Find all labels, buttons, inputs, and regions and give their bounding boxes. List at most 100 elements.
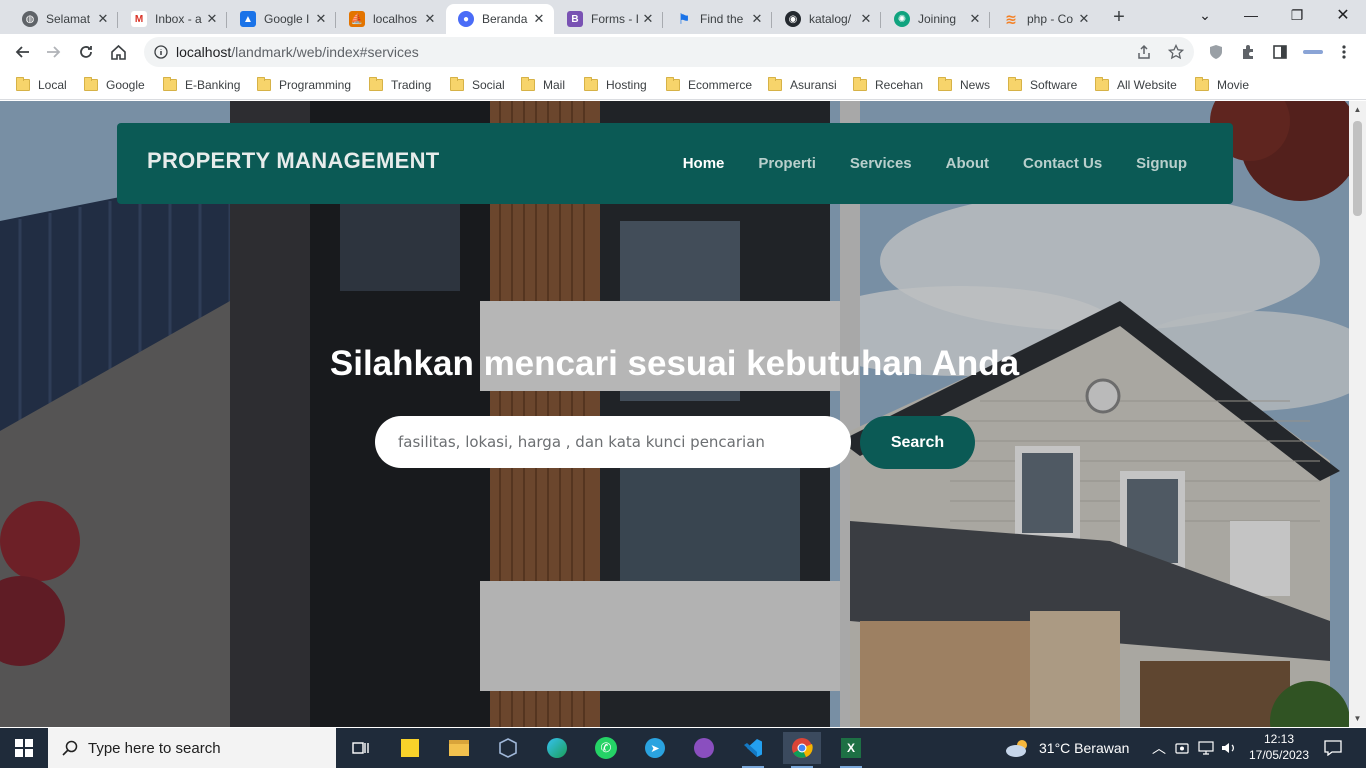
nav-link-services[interactable]: Services bbox=[850, 155, 912, 172]
tab-label: localhos bbox=[373, 12, 418, 26]
close-icon[interactable]: ✕ bbox=[314, 12, 328, 26]
tab-selamat[interactable]: ◍ Selamat ✕ bbox=[10, 4, 118, 34]
network-icon[interactable] bbox=[1198, 728, 1214, 768]
bookmark-folder-movie[interactable]: Movie bbox=[1195, 76, 1249, 94]
folder-icon bbox=[16, 77, 30, 91]
whatsapp-icon[interactable]: ✆ bbox=[587, 732, 625, 764]
forward-button[interactable] bbox=[41, 39, 67, 65]
folder-icon bbox=[1195, 77, 1209, 91]
scroll-down-icon[interactable]: ▼ bbox=[1353, 714, 1362, 723]
sticky-notes-icon[interactable] bbox=[391, 732, 429, 764]
vscode-icon[interactable] bbox=[734, 732, 772, 768]
chrome-icon[interactable] bbox=[783, 732, 821, 768]
close-icon[interactable]: ✕ bbox=[423, 12, 437, 26]
tab-find-the[interactable]: ⚑ Find the ✕ bbox=[664, 4, 772, 34]
nav-link-contact-us[interactable]: Contact Us bbox=[1023, 155, 1102, 172]
folder-icon bbox=[938, 77, 952, 91]
close-icon[interactable]: ✕ bbox=[859, 12, 873, 26]
tab-joining[interactable]: ✺ Joining ✕ bbox=[882, 4, 990, 34]
folder-icon bbox=[768, 77, 782, 91]
new-tab-button[interactable]: + bbox=[1108, 6, 1130, 28]
nav-link-about[interactable]: About bbox=[946, 155, 989, 172]
weather-widget[interactable]: 31°C Berawan bbox=[1005, 728, 1129, 768]
tab-php-stackoverflow[interactable]: ≋ php - Co ✕ bbox=[991, 4, 1099, 34]
address-bar[interactable]: localhost/landmark/web/index#services bbox=[144, 37, 1194, 67]
bookmark-folder-e-banking[interactable]: E-Banking bbox=[163, 76, 240, 94]
webcam-icon[interactable] bbox=[1175, 728, 1189, 768]
openai-icon: ✺ bbox=[894, 11, 910, 27]
bookmark-folder-social[interactable]: Social bbox=[450, 76, 505, 94]
bookmark-folder-programming[interactable]: Programming bbox=[257, 76, 351, 94]
bookmark-folder-news[interactable]: News bbox=[938, 76, 990, 94]
tab-google-drive[interactable]: ▲ Google I ✕ bbox=[228, 4, 336, 34]
virtualbox-icon[interactable] bbox=[489, 732, 527, 764]
tab-search-chevron-icon[interactable]: ⌄ bbox=[1182, 0, 1228, 30]
bookmark-folder-recehan[interactable]: Recehan bbox=[853, 76, 923, 94]
taskbar-clock[interactable]: 12:13 17/05/2023 bbox=[1248, 731, 1310, 763]
tray-chevron-up-icon[interactable]: ︿ bbox=[1152, 728, 1166, 768]
nav-link-properti[interactable]: Properti bbox=[758, 155, 816, 172]
close-icon[interactable]: ✕ bbox=[532, 12, 546, 26]
scroll-up-icon[interactable]: ▲ bbox=[1353, 105, 1362, 114]
start-button[interactable] bbox=[0, 728, 48, 768]
notifications-icon[interactable] bbox=[1324, 728, 1342, 768]
task-view-icon[interactable] bbox=[342, 732, 380, 764]
info-icon[interactable] bbox=[154, 45, 168, 59]
tab-label: Forms - I bbox=[591, 12, 639, 26]
minimize-icon[interactable]: — bbox=[1228, 0, 1274, 30]
site-icon: ● bbox=[458, 11, 474, 27]
brand-logo[interactable]: PROPERTY MANAGEMENT bbox=[147, 148, 440, 174]
close-icon[interactable]: ✕ bbox=[1077, 12, 1091, 26]
tab-phpmyadmin[interactable]: ⛵ localhos ✕ bbox=[337, 4, 445, 34]
file-explorer-icon[interactable] bbox=[440, 732, 478, 764]
taskbar-search-box[interactable]: Type here to search bbox=[48, 728, 336, 768]
share-icon[interactable] bbox=[1133, 41, 1155, 63]
window-close-icon[interactable]: ✕ bbox=[1320, 0, 1366, 30]
kebab-menu-icon[interactable] bbox=[1333, 41, 1355, 63]
bookmark-folder-hosting[interactable]: Hosting bbox=[584, 76, 647, 94]
bookmark-folder-software[interactable]: Software bbox=[1008, 76, 1077, 94]
bookmark-folder-all-website[interactable]: All Website bbox=[1095, 76, 1177, 94]
browser-tab-strip: ◍ Selamat ✕ M Inbox - a ✕ ▲ Google I ✕ ⛵… bbox=[0, 0, 1366, 34]
bookmark-folder-asuransi[interactable]: Asuransi bbox=[768, 76, 837, 94]
telegram-icon[interactable]: ➤ bbox=[636, 732, 674, 764]
hero-title: Silahkan mencari sesuai kebutuhan Anda bbox=[329, 344, 1020, 383]
side-panel-icon[interactable] bbox=[1269, 41, 1291, 63]
back-button[interactable] bbox=[9, 39, 35, 65]
globe-icon: ◍ bbox=[22, 11, 38, 27]
tab-label: php - Co bbox=[1027, 12, 1074, 26]
bookmark-star-icon[interactable] bbox=[1165, 41, 1187, 63]
close-icon[interactable]: ✕ bbox=[96, 12, 110, 26]
bookmark-folder-google[interactable]: Google bbox=[84, 76, 145, 94]
windows-logo-icon bbox=[15, 739, 33, 757]
close-icon[interactable]: ✕ bbox=[641, 12, 655, 26]
bookmark-folder-mail[interactable]: Mail bbox=[521, 76, 565, 94]
close-icon[interactable]: ✕ bbox=[205, 12, 219, 26]
tab-inbox[interactable]: M Inbox - a ✕ bbox=[119, 4, 227, 34]
excel-icon[interactable]: X bbox=[832, 732, 870, 768]
close-icon[interactable]: ✕ bbox=[750, 12, 764, 26]
puzzle-extensions-icon[interactable] bbox=[1237, 41, 1259, 63]
close-icon[interactable]: ✕ bbox=[968, 12, 982, 26]
home-button[interactable] bbox=[105, 39, 131, 65]
nav-link-signup[interactable]: Signup bbox=[1136, 155, 1187, 172]
tab-github-katalog[interactable]: ◉ katalog/ ✕ bbox=[773, 4, 881, 34]
search-input[interactable] bbox=[375, 416, 851, 468]
tab-forms[interactable]: B Forms - I ✕ bbox=[555, 4, 663, 34]
reload-button[interactable] bbox=[73, 39, 99, 65]
shield-extension-icon[interactable] bbox=[1205, 41, 1227, 63]
github-desktop-icon[interactable] bbox=[685, 732, 723, 764]
nav-link-home[interactable]: Home bbox=[683, 155, 725, 172]
page-scrollbar[interactable]: ▲ ▼ bbox=[1349, 101, 1366, 727]
edge-icon[interactable] bbox=[538, 732, 576, 764]
google-drive-icon: ▲ bbox=[240, 11, 256, 27]
bookmark-folder-trading[interactable]: Trading bbox=[369, 76, 431, 94]
restore-icon[interactable]: ❐ bbox=[1274, 0, 1320, 30]
search-button[interactable]: Search bbox=[860, 416, 975, 469]
profile-avatar-icon[interactable] bbox=[1301, 41, 1325, 63]
volume-icon[interactable] bbox=[1221, 728, 1237, 768]
bookmark-folder-ecommerce[interactable]: Ecommerce bbox=[666, 76, 752, 94]
tab-beranda[interactable]: ● Beranda ✕ bbox=[446, 4, 554, 34]
scroll-thumb[interactable] bbox=[1353, 121, 1362, 216]
bookmark-folder-local[interactable]: Local bbox=[16, 76, 67, 94]
